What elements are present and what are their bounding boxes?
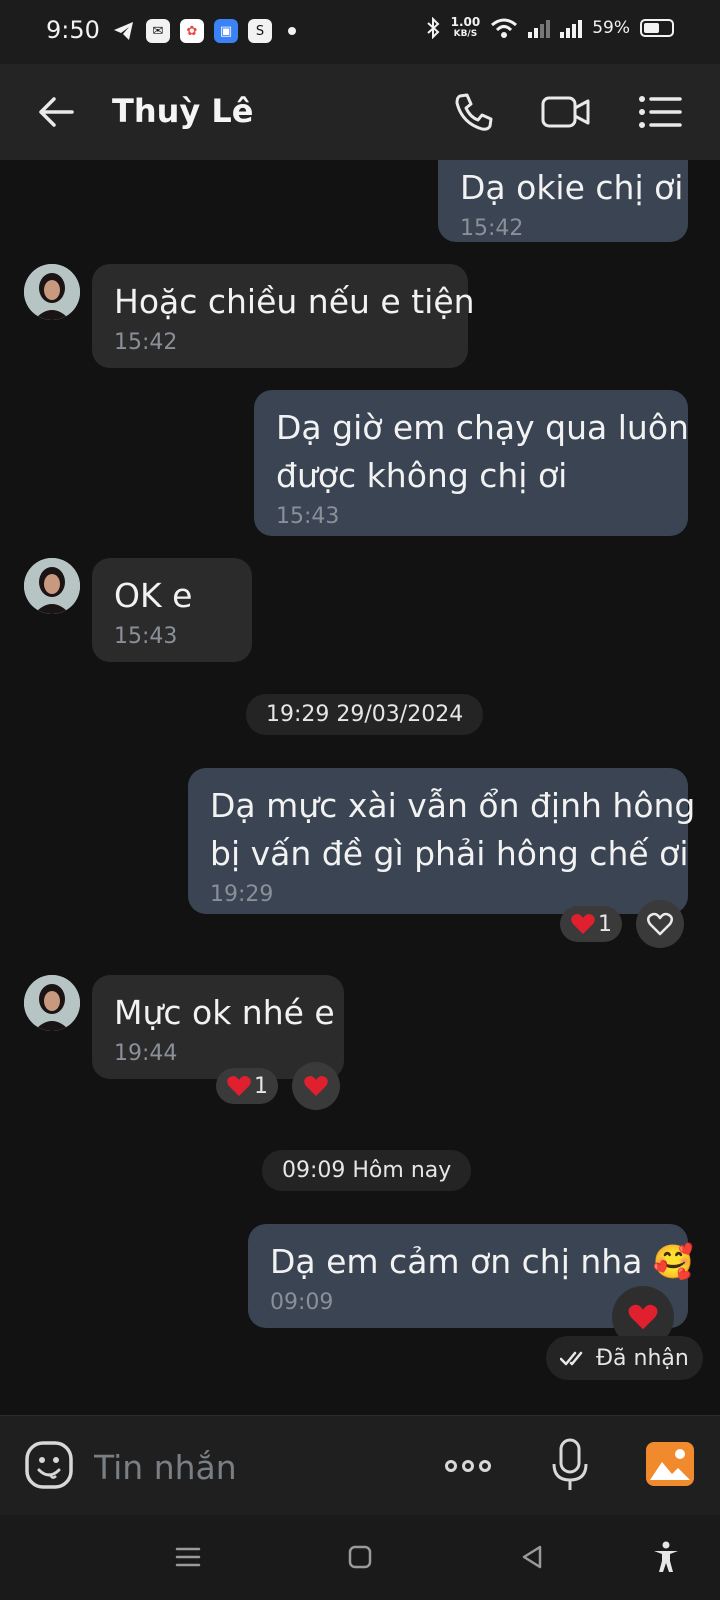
message-time: 15:42 [460,216,524,241]
message-bubble-outgoing[interactable]: Dạ giờ em chạy qua luôn được không chị ơ… [254,390,689,536]
back-arrow-icon [39,97,74,127]
reaction-summary[interactable]: 1 [216,1068,278,1104]
dot-icon [462,1460,474,1472]
message-text: bị vấn đề gì phải hông chế ơi [210,834,689,873]
more-options-button[interactable] [440,1442,496,1490]
contact-avatar[interactable] [24,975,80,1031]
back-button[interactable] [34,90,78,134]
image-button[interactable] [644,1440,696,1488]
back-nav-button[interactable] [510,1535,554,1579]
system-navigation-bar [0,1515,720,1600]
status-bar: 9:50 ✉ ✿ ▣ S 1.00 KB/S 59% [0,0,720,64]
microphone-icon [552,1438,588,1490]
photos-icon: ✿ [180,19,204,43]
recents-icon [175,1547,201,1567]
signal-icon-2 [560,18,583,38]
message-bubble-incoming[interactable]: OK e 15:43 [92,558,252,662]
wifi-icon [491,18,518,38]
system-icons: 1.00 KB/S 59% [425,16,674,40]
message-time: 15:43 [276,504,340,529]
avatar-photo [24,264,80,320]
home-button[interactable] [338,1535,382,1579]
message-time: 15:43 [114,624,178,649]
message-text: OK e [114,576,193,615]
heart-outline-icon [647,912,673,936]
date-separator: 19:29 29/03/2024 [246,694,484,735]
recent-apps-button[interactable] [166,1535,210,1579]
battery-icon [640,19,674,37]
message-time: 15:42 [114,330,178,355]
phone-icon [455,93,493,131]
react-button[interactable] [636,900,684,948]
chat-header: Thuỳ Lê [0,64,720,160]
delivery-status: Đã nhận [546,1336,703,1380]
heart-icon [628,1304,658,1330]
heart-icon [304,1076,328,1096]
message-text: Dạ mực xài vẫn ổn định hông [210,786,696,825]
delivery-status-text: Đã nhận [596,1345,689,1371]
menu-icon [639,96,682,128]
image-icon [646,1442,694,1486]
messenger-icon: ✉ [146,19,170,43]
shopee-icon: S [248,19,272,43]
network-speed-unit: KB/S [453,29,478,39]
date-separator: 09:09 Hôm nay [262,1150,472,1191]
accessibility-button[interactable] [644,1535,688,1579]
notification-icons: ✉ ✿ ▣ S [112,19,296,43]
message-text: Dạ em cảm ơn chị nha 🥰 [270,1242,695,1281]
video-call-icon [541,96,590,128]
video-call-button[interactable] [540,88,592,136]
reaction-count: 1 [254,1073,268,1099]
message-text: Dạ giờ em chạy qua luôn [276,408,689,447]
accessibility-icon [654,1541,678,1572]
bluetooth-icon [426,17,440,39]
more-notifications-dot [288,27,296,35]
back-triangle-icon [522,1545,542,1569]
contact-avatar[interactable] [24,558,80,614]
dot-icon [445,1460,457,1472]
message-text: được không chị ơi [276,456,568,495]
heart-icon [571,914,595,934]
message-bubble-outgoing[interactable]: Dạ mực xài vẫn ổn định hông bị vấn đề gì… [188,768,696,914]
double-check-icon [560,1351,583,1366]
message-list[interactable]: Dạ okie chị ơi 15:42 Hoặc chiều nếu e ti… [0,160,720,1415]
voice-message-button[interactable] [548,1436,592,1496]
message-time: 19:29 [210,882,274,907]
message-text: Hoặc chiều nếu e tiện [114,282,475,321]
react-button[interactable] [292,1062,340,1110]
heart-icon [227,1076,251,1096]
message-bubble-outgoing[interactable]: Dạ okie chị ơi 15:42 [438,160,688,242]
battery-percent: 59% [592,18,630,38]
avatar-photo [24,975,80,1031]
message-text: Mực ok nhé e [114,993,335,1032]
message-time: 19:44 [114,1041,178,1066]
reaction-count: 1 [598,911,612,937]
files-icon: ▣ [214,19,238,43]
reaction-summary[interactable]: 1 [560,906,622,942]
message-input[interactable] [92,1440,416,1494]
network-speed-value: 1.00 [450,15,481,29]
network-speed: 1.00 KB/S [451,16,481,40]
sticker-button[interactable] [24,1440,74,1490]
dot-icon [479,1460,491,1472]
voice-call-button[interactable] [448,88,500,136]
status-time: 9:50 [46,16,100,44]
contact-name[interactable]: Thuỳ Lê [112,92,253,130]
telegram-icon [114,22,133,40]
message-time: 09:09 [270,1290,334,1315]
composer-bar [0,1415,720,1516]
signal-icon [528,18,551,38]
message-bubble-incoming[interactable]: Hoặc chiều nếu e tiện 15:42 [92,264,475,368]
avatar-photo [24,558,80,614]
contact-avatar[interactable] [24,264,80,320]
chat-menu-button[interactable] [634,88,686,136]
home-icon [348,1545,372,1569]
message-text: Dạ okie chị ơi [460,168,684,207]
emoji-icon [25,1441,73,1489]
